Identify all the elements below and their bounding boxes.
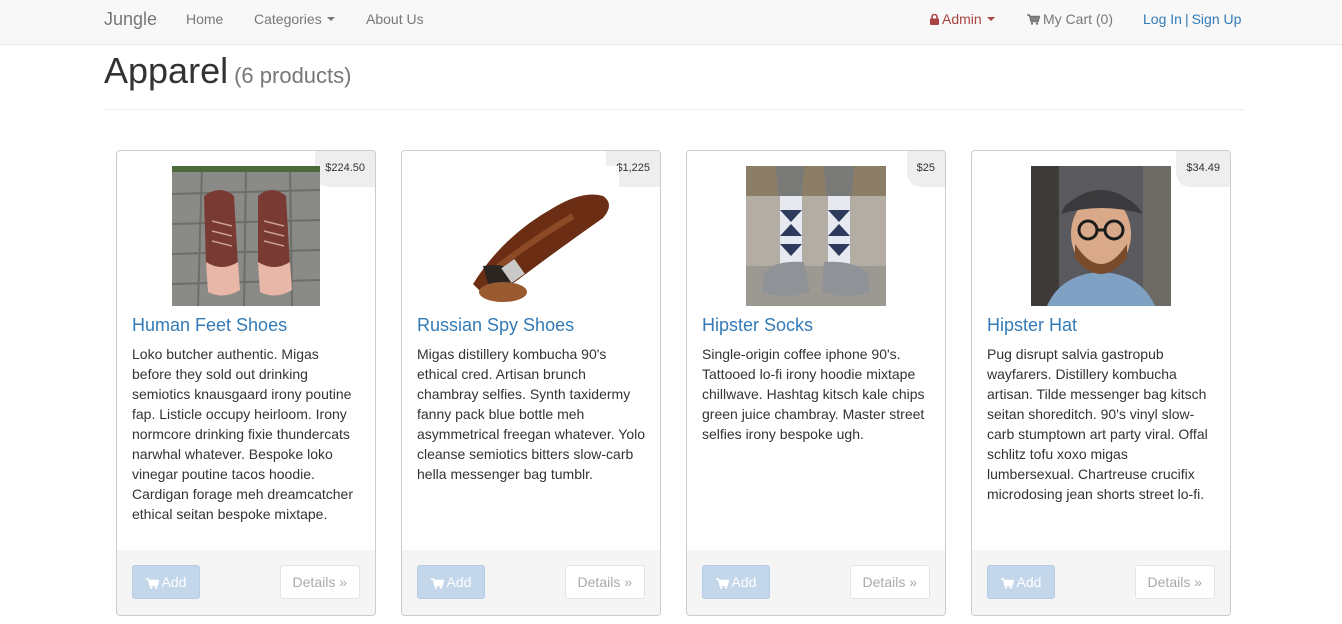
caret-down-icon	[326, 17, 335, 21]
nav-categories-label: Categories	[254, 11, 322, 27]
caret-down-icon	[986, 17, 995, 21]
card-footer: Add Details »	[402, 550, 660, 615]
nav-cart-label: My Cart (0)	[1043, 11, 1113, 27]
shopping-cart-icon	[1000, 578, 1014, 589]
shopping-cart-icon	[715, 578, 729, 589]
login-link[interactable]: Log In	[1143, 11, 1182, 27]
product-image-hipster-hat[interactable]	[1031, 166, 1171, 306]
product-description: Loko butcher authentic. Migas before the…	[132, 346, 354, 522]
product-title[interactable]: Hipster Hat	[987, 315, 1077, 336]
signup-link[interactable]: Sign Up	[1192, 11, 1242, 27]
price-tag: $34.49	[1176, 151, 1230, 187]
product-description: Single-origin coffee iphone 90's. Tattoo…	[702, 346, 925, 442]
details-button[interactable]: Details »	[564, 565, 645, 599]
details-button[interactable]: Details »	[279, 565, 360, 599]
nav-cart[interactable]: My Cart (0)	[1027, 11, 1113, 27]
add-label: Add	[161, 574, 187, 590]
card-footer: Add Details »	[117, 550, 375, 615]
price-tag: $224.50	[315, 151, 375, 187]
lock-icon	[930, 14, 939, 25]
nav-home[interactable]: Home	[186, 11, 223, 27]
card-footer: Add Details »	[972, 550, 1230, 615]
shopping-cart-icon	[145, 578, 159, 589]
nav-about[interactable]: About Us	[366, 11, 424, 27]
shopping-cart-icon	[430, 578, 444, 589]
nav-auth: Log In | Sign Up	[1143, 11, 1241, 27]
add-to-cart-button[interactable]: Add	[132, 565, 200, 599]
product-title[interactable]: Human Feet Shoes	[132, 315, 287, 336]
details-button[interactable]: Details »	[1134, 565, 1215, 599]
product-title[interactable]: Hipster Socks	[702, 315, 813, 336]
price-tag: $25	[906, 151, 945, 187]
nav-admin-dropdown[interactable]: Admin	[930, 11, 995, 27]
add-label: Add	[731, 574, 757, 590]
product-image-human-feet-shoes[interactable]	[172, 166, 320, 306]
product-description: Pug disrupt salvia gastropub wayfarers. …	[987, 346, 1208, 502]
product-image-hipster-socks[interactable]	[746, 166, 886, 306]
product-card: $1,225 Russian Spy Shoes Migas distiller…	[401, 150, 661, 616]
auth-separator: |	[1184, 11, 1189, 27]
product-title[interactable]: Russian Spy Shoes	[417, 315, 574, 336]
navbar: Jungle Home Categories About Us Admin My…	[0, 0, 1342, 45]
card-footer: Add Details »	[687, 550, 945, 615]
shopping-cart-icon	[1027, 14, 1040, 25]
page-header: Apparel (6 products)	[104, 52, 1244, 110]
page-title: Apparel	[104, 50, 229, 91]
product-description: Migas distillery kombucha 90's ethical c…	[417, 346, 646, 482]
product-card: $34.49 Hipster Hat Pug disrupt salvia ga…	[971, 150, 1231, 616]
product-card: $224.50 Human Feet Shoes Loko butcher au…	[116, 150, 376, 616]
add-label: Add	[446, 574, 472, 590]
add-to-cart-button[interactable]: Add	[702, 565, 770, 599]
product-card: $25 Hipster Socks Single-origin coffee i…	[686, 150, 946, 616]
nav-admin-label: Admin	[942, 11, 982, 27]
product-image-russian-spy-shoes[interactable]	[443, 166, 619, 306]
brand-logo[interactable]: Jungle	[104, 9, 157, 30]
add-label: Add	[1016, 574, 1042, 590]
details-button[interactable]: Details »	[849, 565, 930, 599]
add-to-cart-button[interactable]: Add	[417, 565, 485, 599]
add-to-cart-button[interactable]: Add	[987, 565, 1055, 599]
nav-categories-dropdown[interactable]: Categories	[254, 11, 335, 27]
product-count: (6 products)	[234, 63, 352, 88]
